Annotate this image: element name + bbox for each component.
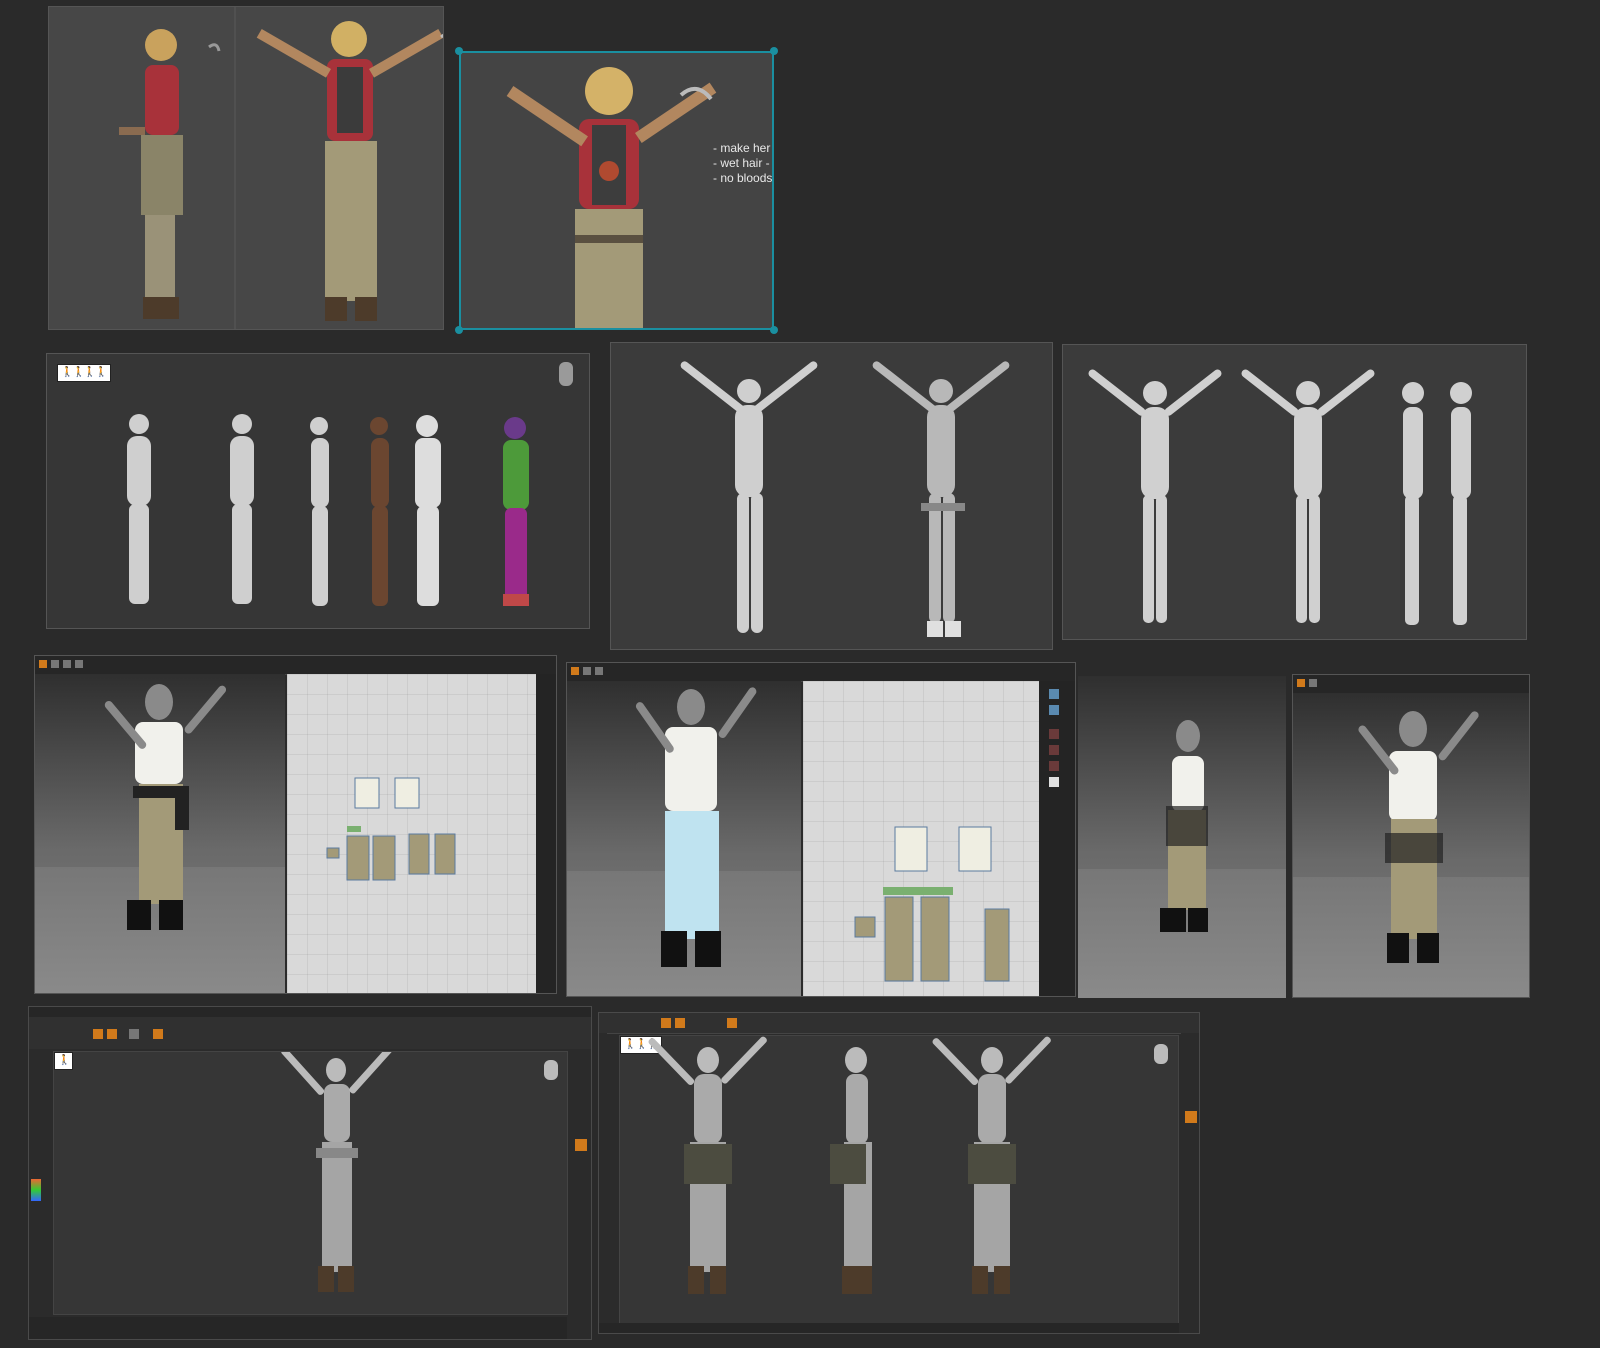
select-tool-icon[interactable] (39, 660, 47, 668)
fabric-swatch[interactable] (1049, 745, 1059, 755)
select-tool-icon[interactable] (1297, 679, 1305, 687)
selection-frame[interactable] (459, 51, 774, 330)
body-turnaround-panel[interactable] (1062, 344, 1527, 640)
move-icon[interactable] (129, 1029, 139, 1039)
fabric-swatch[interactable] (1049, 729, 1059, 739)
md-2d-pattern-window[interactable] (803, 681, 1039, 996)
md-3d-viewport[interactable] (567, 681, 801, 996)
zb-left-shelf[interactable] (29, 1049, 43, 1339)
fabric-swatch[interactable] (1049, 705, 1059, 715)
select-tool-icon[interactable] (571, 667, 579, 675)
md-3d-viewport[interactable] (1293, 693, 1529, 997)
zb-left-shelf[interactable] (599, 1033, 607, 1333)
md-window-1[interactable] (34, 655, 557, 994)
edit-mode-icon[interactable] (675, 1018, 685, 1028)
selection-handle-icon[interactable] (455, 47, 463, 55)
md-3d-viewport[interactable] (35, 674, 285, 993)
selection-handle-icon[interactable] (770, 326, 778, 334)
zbrush-lineup-panel[interactable]: 🚶🚶🚶🚶 (46, 353, 590, 629)
sculpt-turnaround (648, 1036, 1168, 1294)
md-window-2[interactable] (566, 662, 1076, 997)
body-turnaround (1088, 369, 1472, 625)
zb-right-shelf[interactable] (569, 1049, 591, 1339)
color-picker-icon[interactable] (31, 1179, 41, 1201)
fabric-swatch[interactable] (1049, 761, 1059, 771)
pin-tool-icon[interactable] (75, 660, 83, 668)
sewing-tool-icon[interactable] (63, 660, 71, 668)
draw-mode-icon[interactable] (661, 1018, 671, 1028)
md-toolbar[interactable] (35, 656, 556, 675)
base-mesh-panel[interactable] (610, 342, 1053, 650)
pattern-pieces (854, 826, 1010, 982)
selection-handle-icon[interactable] (455, 326, 463, 334)
fabric-swatch[interactable] (1049, 689, 1059, 699)
md-toolbar[interactable] (1293, 675, 1529, 694)
frame-icon[interactable] (1185, 1111, 1197, 1123)
rgb-icon[interactable] (727, 1018, 737, 1028)
zb-bottom-shelf[interactable] (599, 1323, 1179, 1333)
zbrush-window-2[interactable]: 🚶🚶🚶 (598, 1012, 1200, 1334)
avatar-back-view (104, 684, 227, 930)
md-render-side[interactable] (1078, 676, 1286, 998)
md-right-sidebar[interactable] (536, 674, 556, 993)
md-render-front-window[interactable] (1292, 674, 1530, 998)
move-tool-icon[interactable] (1309, 679, 1317, 687)
pattern-pieces (326, 777, 456, 881)
zb-right-shelf[interactable] (1181, 1033, 1199, 1333)
zb-canvas[interactable]: 🚶🚶🚶 (619, 1035, 1179, 1325)
md-object-browser[interactable] (1039, 681, 1075, 996)
md-toolbar[interactable] (567, 663, 1075, 682)
draw-mode-icon[interactable] (93, 1029, 103, 1039)
character-render-side (119, 7, 443, 329)
selection-handle-icon[interactable] (770, 47, 778, 55)
base-mesh-front-pair (680, 361, 1010, 637)
fabric-swatch[interactable] (1049, 777, 1059, 787)
md-2d-pattern-window[interactable] (287, 674, 536, 993)
zbrush-window-1[interactable]: 🚶 (28, 1006, 592, 1340)
rgb-icon[interactable] (153, 1029, 163, 1039)
sewing-tool-icon[interactable] (595, 667, 603, 675)
zb-canvas[interactable]: 🚶 (53, 1051, 568, 1315)
edit-mode-icon[interactable] (107, 1029, 117, 1039)
zb-top-shelf[interactable] (29, 1017, 591, 1049)
zb-bottom-shelf[interactable] (29, 1317, 567, 1339)
frame-icon[interactable] (575, 1139, 587, 1151)
avatar-front-view (1358, 711, 1479, 963)
sculpt-front (281, 1052, 558, 1292)
body-lineup (107, 362, 573, 606)
avatar-side-view (1160, 720, 1208, 932)
avatar-back-view-blue (635, 687, 757, 967)
zb-top-shelf[interactable] (599, 1013, 1199, 1034)
move-tool-icon[interactable] (51, 660, 59, 668)
move-tool-icon[interactable] (583, 667, 591, 675)
ref-render-side-front[interactable] (48, 6, 444, 330)
